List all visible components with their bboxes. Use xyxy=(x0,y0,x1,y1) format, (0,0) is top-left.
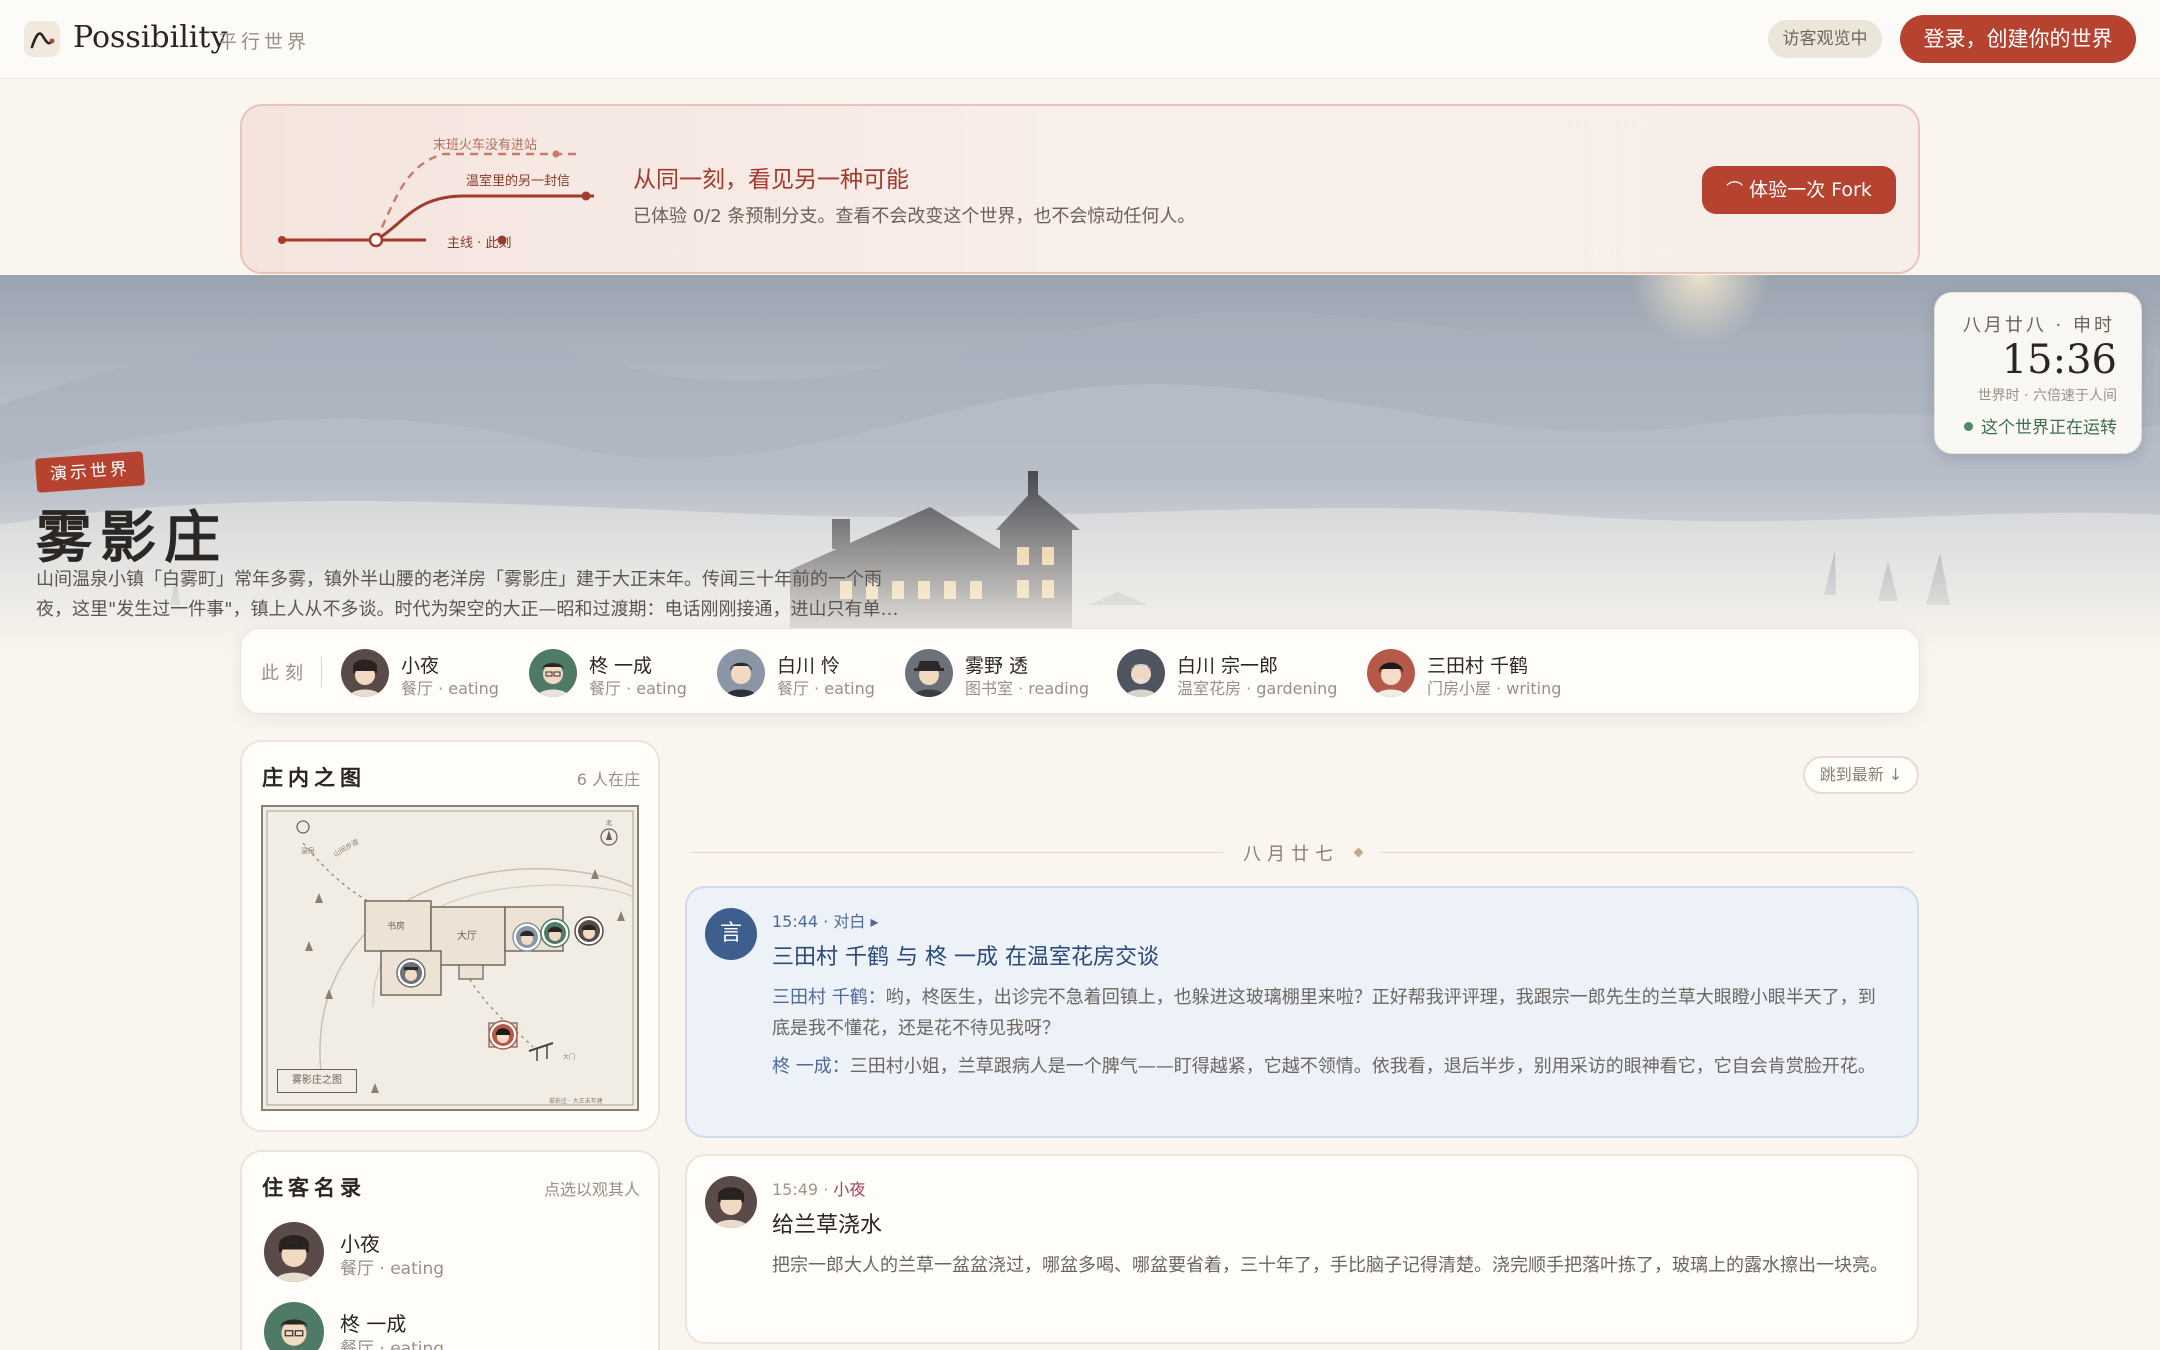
svg-text:温泉: 温泉 xyxy=(301,846,315,855)
day-divider-label: 八月廿七 xyxy=(1243,844,1339,865)
avatar xyxy=(264,1222,324,1282)
event-actor[interactable]: 小夜 xyxy=(833,1180,865,1199)
logo-icon[interactable] xyxy=(24,21,60,57)
jump-to-latest-button[interactable]: 跳到最新 ↓ xyxy=(1803,756,1919,794)
map-count: 6 人在庄 xyxy=(576,770,640,789)
avatar xyxy=(705,1176,757,1228)
map-title: 庄内之图 xyxy=(262,765,366,790)
world-clock: 八月廿八 · 申时 15:36 世界时 · 六倍速于人间 这个世界正在运转 xyxy=(1934,292,2142,454)
login-button[interactable]: 登录，创建你的世界 xyxy=(1900,15,2136,63)
top-bar: Possibility 平行世界 访客观览中 登录，创建你的世界 xyxy=(0,0,2160,79)
person-name: 白川 宗一郎 xyxy=(1177,655,1279,677)
event-time-text: 15:49 · xyxy=(772,1180,834,1199)
person-activity: 餐厅 · eating xyxy=(777,679,875,698)
fork-button-label: 体验一次 Fork xyxy=(1749,179,1872,201)
world-status: 这个世界正在运转 xyxy=(1964,413,2117,438)
person-name: 白川 怜 xyxy=(777,655,841,677)
brand-subtitle: 平行世界 xyxy=(218,31,311,53)
divider xyxy=(1380,852,1914,853)
timeline-event-dialogue[interactable]: 言 15:44 · 对白 ▸ 三田村 千鹤 与 柊 一成 在温室花房交谈 三田村… xyxy=(685,886,1919,1138)
speaker-name: 柊 一成： xyxy=(772,1056,850,1077)
clock-time: 15:36 xyxy=(2001,337,2117,383)
residents-hint: 点选以观其人 xyxy=(543,1180,640,1199)
fork-button[interactable]: ⌒ 体验一次 Fork xyxy=(1702,166,1896,214)
person-activity: 图书室 · reading xyxy=(965,679,1090,698)
resident-name: 柊 一成 xyxy=(340,1312,407,1336)
event-title: 给兰草浇水 xyxy=(772,1213,883,1238)
diamond-icon xyxy=(1353,847,1364,858)
avatar xyxy=(717,649,765,697)
dialogue-text: 哟，柊医生，出诊完不急着回镇上，也躲进这玻璃棚里来啦？正好帮我评评理，我跟宗一郎… xyxy=(772,987,1876,1039)
residents-title: 住客名录 xyxy=(262,1175,366,1200)
world-status-text: 这个世界正在运转 xyxy=(1981,418,2117,438)
person-name: 小夜 xyxy=(401,655,440,677)
timeline-event-action[interactable]: 15:49 · 小夜 给兰草浇水 把宗一郎大人的兰草一盆盆浇过，哪盆多喝、哪盆要… xyxy=(685,1154,1919,1344)
world-title: 雾影庄 xyxy=(36,505,228,571)
now-label: 此刻 xyxy=(261,663,309,684)
resident-activity: 餐厅 · eating xyxy=(340,1259,445,1279)
event-time: 15:49 · 小夜 xyxy=(772,1176,865,1200)
person-activity: 餐厅 · eating xyxy=(401,679,499,698)
world-description: 山间温泉小镇「白雾町」常年多雾，镇外半山腰的老洋房「雾影庄」建于大正末年。传闻三… xyxy=(36,569,899,620)
svg-text:雾影庄 · 大正末年建: 雾影庄 · 大正末年建 xyxy=(549,1097,603,1105)
map-room-hall: 大厅 xyxy=(457,929,477,942)
clock-speed: 世界时 · 六倍速于人间 xyxy=(1977,388,2117,404)
avatar xyxy=(529,649,577,697)
dialogue-line: 三田村 千鹤：哟，柊医生，出诊完不急着回镇上，也躲进这玻璃棚里来啦？正好帮我评评… xyxy=(772,982,1892,1044)
branch-label-main: 主线 · 此刻 xyxy=(447,236,512,251)
person-name: 雾野 透 xyxy=(965,655,1029,677)
person-activity: 温室花房 · gardening xyxy=(1177,679,1338,698)
map-illustration: 温泉 山间步道 北 书房 大厅 大门 雾影庄 · 大正末年建 xyxy=(266,810,634,1106)
banner-title: 从同一刻，看见另一种可能 xyxy=(633,167,909,193)
person-activity: 门房小屋 · writing xyxy=(1427,679,1562,698)
residents-card: 住客名录 点选以观其人 小夜 餐厅 · eating 柊 一成 餐厅 · eat… xyxy=(240,1150,660,1350)
resident-name: 小夜 xyxy=(340,1232,380,1256)
svg-text:大门: 大门 xyxy=(563,1053,575,1061)
person-activity: 餐厅 · eating xyxy=(589,679,687,698)
svg-text:山间步道: 山间步道 xyxy=(332,837,361,859)
map-legend: 雾影庄之图 xyxy=(277,1069,357,1093)
avatar xyxy=(905,649,953,697)
dialogue-text: 三田村小姐，兰草跟病人是一个脾气——盯得越紧，它越不领情。依我看，退后半步，别用… xyxy=(849,1056,1876,1077)
fork-banner: 末班火车没有进站 温室里的另一封信 主线 · 此刻 从同一刻，看见另一种可能 已… xyxy=(240,104,1920,274)
now-bar: 此刻 小夜 餐厅 · eating 柊 一成 餐厅 · eating 白川 怜 … xyxy=(240,628,1920,714)
resident-activity: 餐厅 · eating xyxy=(340,1339,445,1350)
person-name: 柊 一成 xyxy=(589,655,653,677)
map-room-study: 书房 xyxy=(387,920,405,932)
avatar xyxy=(1117,649,1165,697)
status-dot-icon xyxy=(1964,422,1973,431)
guest-badge: 访客观览中 xyxy=(1768,20,1882,58)
estate-map[interactable]: 温泉 山间步道 北 书房 大厅 大门 雾影庄 · 大正末年建 雾影庄之图 xyxy=(261,805,639,1111)
svg-text:北: 北 xyxy=(606,819,612,827)
dialogue-line: 柊 一成：三田村小姐，兰草跟病人是一个脾气——盯得越紧，它越不领情。依我看，退后… xyxy=(772,1051,1892,1082)
person-name: 三田村 千鹤 xyxy=(1427,655,1529,677)
speaker-name: 三田村 千鹤： xyxy=(772,987,886,1008)
event-title: 三田村 千鹤 与 柊 一成 在温室花房交谈 xyxy=(772,945,1159,970)
clock-date: 八月廿八 · 申时 xyxy=(1962,315,2115,336)
estate-map-card: 庄内之图 6 人在庄 温泉 山间步道 北 书房 大厅 大门 雾影庄 · 大正末年… xyxy=(240,740,660,1132)
avatar xyxy=(341,649,389,697)
event-time[interactable]: 15:44 · 对白 ▸ xyxy=(772,908,879,932)
banner-text: 已体验 0/2 条预制分支。查看不会改变这个世界，也不会惊动任何人。 xyxy=(633,206,1196,227)
fork-icon: ⌒ xyxy=(1726,181,1744,201)
divider xyxy=(321,657,322,687)
avatar xyxy=(1367,649,1415,697)
divider xyxy=(690,852,1223,853)
branch-label-mid: 温室里的另一封信 xyxy=(466,174,571,189)
branch-label-top: 末班火车没有进站 xyxy=(433,138,538,153)
event-text: 把宗一郎大人的兰草一盆盆浇过，哪盆多喝、哪盆要省着，三十年了，手比脑子记得清楚。… xyxy=(772,1255,1888,1276)
branch-diagram xyxy=(278,150,594,248)
avatar xyxy=(264,1302,324,1350)
brand-name[interactable]: Possibility xyxy=(73,20,227,55)
dialogue-icon: 言 xyxy=(705,908,757,960)
